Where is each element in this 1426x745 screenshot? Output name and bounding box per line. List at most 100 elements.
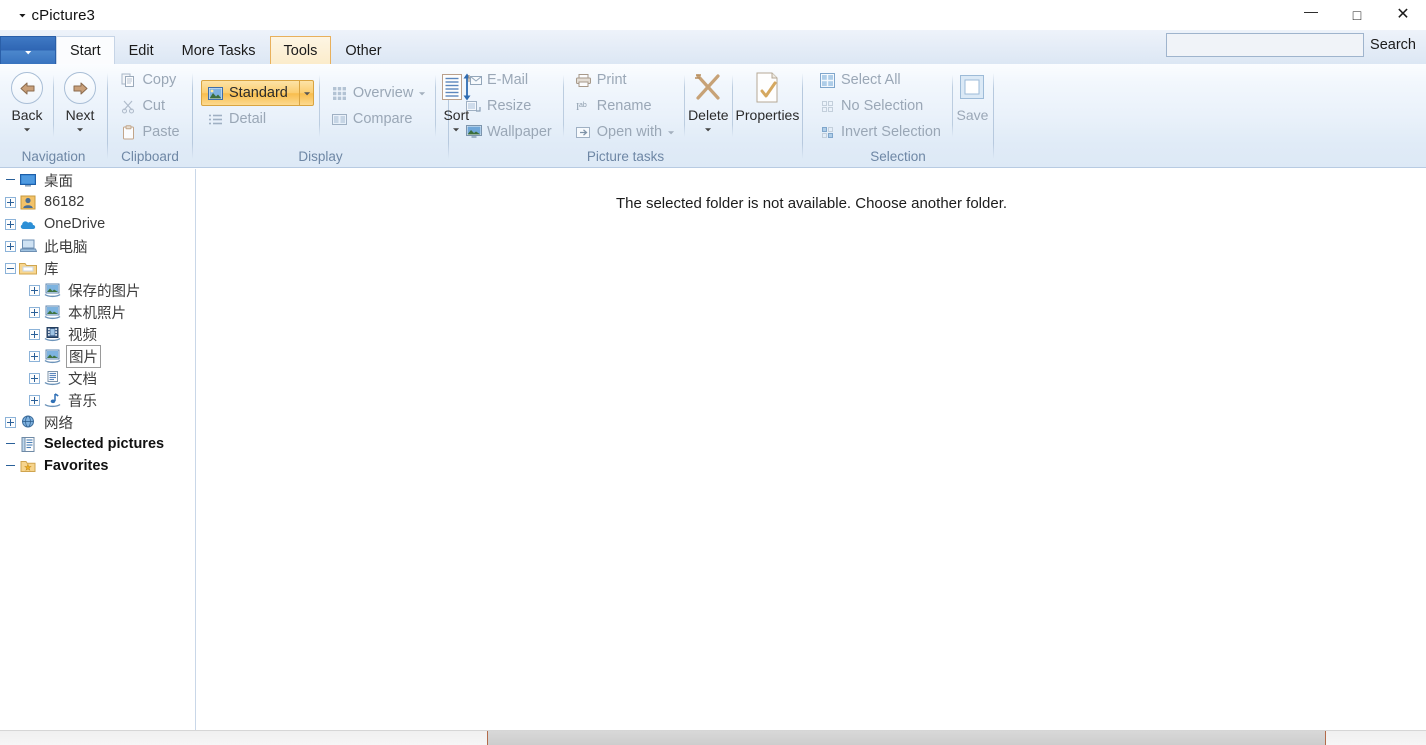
- chevron-down-icon[interactable]: ▾: [668, 128, 674, 135]
- search-input[interactable]: [1166, 33, 1365, 57]
- tree-item-network[interactable]: 网络: [0, 411, 195, 433]
- chevron-down-icon[interactable]: ▾: [24, 126, 30, 133]
- next-label: Next: [65, 107, 95, 123]
- email-button[interactable]: E-Mail: [459, 67, 558, 93]
- rename-button[interactable]: I ab Rename: [569, 93, 679, 119]
- picture-library-icon: [43, 282, 61, 298]
- compare-button[interactable]: Compare: [325, 106, 430, 132]
- separator: [951, 75, 953, 137]
- search-label[interactable]: Search: [1370, 37, 1422, 53]
- minimize-button[interactable]: —: [1288, 0, 1334, 30]
- tree-item-music[interactable]: 音乐: [0, 389, 195, 411]
- standard-view-button[interactable]: Standard ▾: [201, 80, 314, 106]
- mail-icon: [465, 72, 482, 89]
- expander-plus[interactable]: [29, 284, 40, 296]
- save-button[interactable]: Save: [956, 67, 989, 145]
- next-button[interactable]: Next ▾: [57, 67, 103, 145]
- display-view-buttons: Standard ▾ Detail: [197, 66, 316, 146]
- tree-item-saved-pictures[interactable]: 保存的图片: [0, 279, 195, 301]
- tree-label: 视频: [68, 327, 97, 344]
- tree-item-documents[interactable]: 文档: [0, 367, 195, 389]
- tree-item-local-photos[interactable]: 本机照片: [0, 301, 195, 323]
- chevron-down-icon[interactable]: ▾: [705, 126, 711, 133]
- content-area: The selected folder is not available. Ch…: [197, 169, 1426, 724]
- tab-tools[interactable]: Tools: [269, 36, 332, 64]
- tree-item-pictures[interactable]: 图片: [0, 344, 195, 368]
- expander-minus[interactable]: [5, 262, 16, 274]
- tree-label: 桌面: [44, 173, 73, 190]
- svg-text:ab: ab: [579, 102, 587, 109]
- desktop-icon: [19, 172, 37, 188]
- group-label-clipboard: Clipboard: [121, 149, 179, 164]
- tree-item-onedrive[interactable]: OneDrive: [0, 213, 195, 235]
- standard-dropdown[interactable]: ▾: [298, 81, 313, 105]
- overview-button[interactable]: Overview ▾: [325, 80, 430, 106]
- select-all-button[interactable]: Select All: [813, 67, 947, 93]
- paste-label: Paste: [142, 124, 180, 140]
- resize-button[interactable]: Resize: [459, 93, 558, 119]
- expander-plus[interactable]: [29, 306, 40, 318]
- expander-plus[interactable]: [5, 196, 16, 208]
- expander-plus[interactable]: [5, 416, 16, 428]
- paste-button[interactable]: Paste: [114, 119, 185, 145]
- copy-button[interactable]: Copy: [114, 67, 185, 93]
- ribbon-group-selection: Select All No Selection Invert Selection…: [803, 64, 993, 167]
- chevron-down-icon: ▾: [24, 48, 32, 57]
- tab-start[interactable]: Start: [56, 36, 115, 65]
- cut-label: Cut: [142, 98, 166, 114]
- group-separator: [993, 72, 994, 159]
- chevron-down-icon[interactable]: ▾: [419, 89, 425, 96]
- delete-button[interactable]: Delete ▾: [688, 67, 729, 145]
- horizontal-scrollbar-thumb[interactable]: [487, 731, 1326, 745]
- horizontal-scrollbar[interactable]: [0, 730, 1426, 745]
- print-button[interactable]: Print: [569, 67, 679, 93]
- back-arrow-icon: [11, 70, 43, 106]
- cut-button[interactable]: Cut: [114, 93, 185, 119]
- tree-item-selected-pictures[interactable]: Selected pictures: [0, 433, 195, 455]
- detail-view-button[interactable]: Detail: [201, 106, 314, 132]
- expander-plus[interactable]: [5, 240, 16, 252]
- back-button[interactable]: Back ▾: [4, 67, 50, 145]
- detail-label: Detail: [229, 111, 267, 127]
- expander-plus[interactable]: [29, 328, 40, 340]
- tree-item-favorites[interactable]: Favorites: [0, 455, 195, 477]
- chevron-down-icon[interactable]: ▾: [77, 126, 83, 133]
- folder-tree-sidebar[interactable]: 桌面 86182 OneDrive 此电脑 库 保存的图片 本机照片 视频 图片…: [0, 169, 196, 724]
- tab-more-tasks[interactable]: More Tasks: [168, 36, 270, 64]
- wallpaper-button[interactable]: Wallpaper: [459, 119, 558, 145]
- close-button[interactable]: ✕: [1380, 0, 1426, 30]
- expander-plus[interactable]: [5, 218, 16, 230]
- tree-item-this-pc[interactable]: 此电脑: [0, 235, 195, 257]
- display-mode-buttons: Overview ▾ Compare: [323, 66, 432, 146]
- open-with-button[interactable]: Open with ▾: [569, 119, 679, 145]
- copy-label: Copy: [142, 72, 177, 88]
- tree-item-desktop[interactable]: 桌面: [0, 169, 195, 191]
- tree-label: 库: [44, 261, 59, 278]
- tree-item-library[interactable]: 库: [0, 257, 195, 279]
- maximize-button[interactable]: □: [1334, 0, 1380, 30]
- ribbon-group-picture-tasks: E-Mail Resize Wallpaper Print I ab Renam…: [449, 64, 802, 167]
- tree-label: 此电脑: [44, 239, 88, 256]
- tab-edit[interactable]: Edit: [115, 36, 168, 64]
- expander-plus[interactable]: [29, 372, 40, 384]
- invert-selection-button[interactable]: Invert Selection: [813, 119, 947, 145]
- overview-label: Overview: [352, 85, 414, 101]
- tree-item-86182[interactable]: 86182: [0, 191, 195, 213]
- expander-plus[interactable]: [29, 394, 40, 406]
- tab-label: Other: [345, 42, 382, 59]
- group-label-selection: Selection: [870, 149, 926, 164]
- ribbon-tab-strip: ▾ Start Edit More Tasks Tools Other Sear…: [0, 30, 1426, 65]
- picture-library-icon: [43, 348, 61, 364]
- properties-button[interactable]: Properties: [736, 67, 799, 145]
- tree-label: OneDrive: [44, 216, 106, 232]
- chevron-down-icon[interactable]: ▾: [19, 11, 25, 19]
- selection-buttons: Select All No Selection Invert Selection: [807, 66, 949, 146]
- no-selection-button[interactable]: No Selection: [813, 93, 947, 119]
- tab-other[interactable]: Other: [331, 36, 395, 64]
- ribbon-group-display: Standard ▾ Detail Overview ▾ Compare Sor…: [193, 64, 471, 167]
- quick-access-toolbar[interactable]: ▾: [19, 4, 25, 26]
- expander-plus[interactable]: [29, 350, 40, 362]
- ribbon-group-clipboard: Copy Cut Paste Clipboard: [108, 64, 192, 167]
- application-menu-button[interactable]: ▾: [0, 36, 56, 64]
- tree-item-videos[interactable]: 视频: [0, 323, 195, 345]
